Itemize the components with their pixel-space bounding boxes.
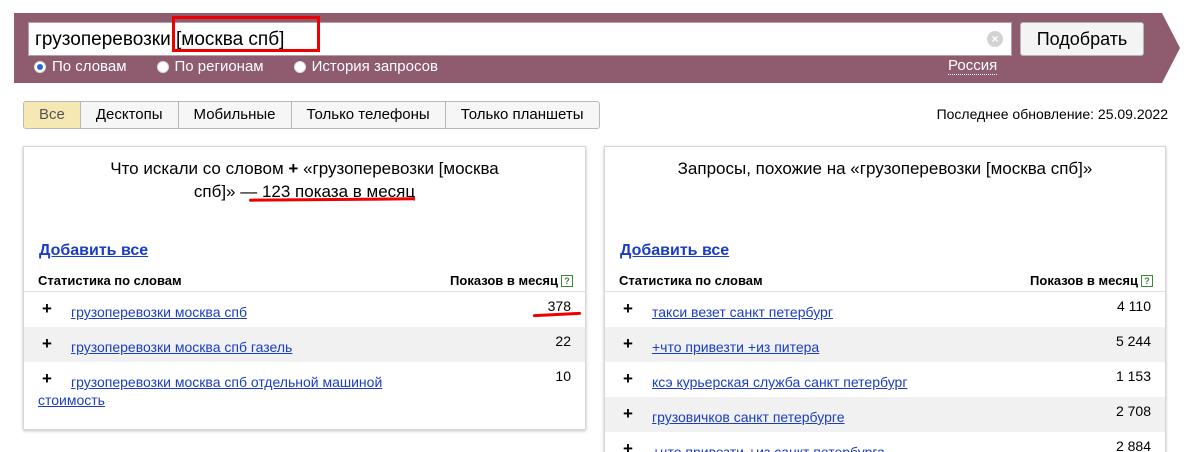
column-header-count: Показов в месяц ?	[1030, 273, 1153, 288]
add-all-link[interactable]: Добавить все	[39, 242, 148, 260]
radio-icon[interactable]	[156, 60, 169, 73]
submit-button[interactable]: Подобрать	[1020, 22, 1144, 56]
column-header-count: Показов в месяц ?	[450, 273, 573, 288]
similar-queries-panel: Запросы, похожие на «грузоперевозки [мос…	[604, 146, 1166, 452]
count-value: 4 110	[1117, 298, 1151, 314]
mode-label: История запросов	[311, 58, 438, 75]
count-value: 1 153	[1115, 368, 1151, 384]
panel-title: Что искали со словом + «грузоперевозки […	[24, 157, 585, 203]
table-row: + такси везет санкт петербург 4 110	[605, 292, 1165, 327]
mode-label: По регионам	[174, 58, 264, 75]
help-icon[interactable]: ?	[561, 274, 573, 287]
phrase-link[interactable]: такси везет санкт петербург	[652, 303, 833, 321]
add-plus-icon[interactable]: +	[623, 404, 633, 424]
mode-history[interactable]: История запросов	[293, 58, 438, 75]
table-row: + грузоперевозки москва спб газель 22	[24, 327, 585, 362]
wordstat-panel: Что искали со словом + «грузоперевозки […	[23, 146, 586, 430]
column-header-count-label: Показов в месяц	[450, 273, 558, 288]
mode-by-words[interactable]: По словам	[34, 58, 127, 75]
radio-icon[interactable]	[293, 60, 306, 73]
table-row: + грузоперевозки москва спб 378	[24, 292, 585, 327]
count-value: 22	[555, 333, 571, 349]
table-row: + ксэ курьерская служба санкт петербург …	[605, 362, 1165, 397]
table-row: + грузовичков санкт петербурге 2 708	[605, 397, 1165, 432]
table-row: + +что привезти +из санкт петербурга 2 8…	[605, 432, 1165, 452]
phrase-link[interactable]: +что привезти +из питера	[652, 338, 819, 356]
add-plus-icon[interactable]: +	[623, 299, 633, 319]
phrase-link[interactable]: грузовичков санкт петербурге	[652, 408, 845, 426]
phrase-link[interactable]: грузоперевозки москва спб газель	[71, 338, 292, 356]
header-arrow	[1162, 13, 1180, 83]
tab-phones[interactable]: Только телефоны	[291, 102, 446, 128]
column-header-count-label: Показов в месяц	[1030, 273, 1138, 288]
search-header: грузоперевозки [москва спб] × Подобрать …	[14, 13, 1180, 83]
tab-mobile[interactable]: Мобильные	[178, 102, 292, 128]
mode-label: По словам	[52, 58, 127, 75]
table-row: + +что привезти +из питера 5 244	[605, 327, 1165, 362]
title-prefix: Что искали со словом	[110, 159, 284, 178]
radio-checked-icon[interactable]	[34, 60, 46, 73]
mode-by-regions[interactable]: По регионам	[156, 58, 264, 75]
count-value: 2 708	[1115, 403, 1151, 419]
help-icon[interactable]: ?	[1141, 274, 1153, 287]
count-value: 5 244	[1115, 333, 1151, 349]
column-header-phrase: Статистика по словам	[619, 273, 763, 288]
table-row: + грузоперевозки москва спб отдельной ма…	[24, 362, 585, 412]
title-query: «грузоперевозки [москва	[303, 159, 499, 178]
region-link[interactable]: Россия	[948, 57, 998, 75]
plus-icon: +	[288, 159, 299, 178]
last-update-text: Последнее обновление: 25.09.2022	[936, 106, 1168, 122]
tab-desktops[interactable]: Десктопы	[80, 102, 179, 128]
add-all-link[interactable]: Добавить все	[620, 242, 729, 260]
count-value: 2 884	[1115, 438, 1151, 452]
device-tabs: Все Десктопы Мобильные Только телефоны Т…	[23, 101, 600, 129]
add-plus-icon[interactable]: +	[623, 334, 633, 354]
count-value: 10	[555, 368, 571, 384]
phrase-link[interactable]: +что привезти +из санкт петербурга	[652, 443, 885, 452]
phrase-link[interactable]: грузоперевозки москва спб отдельной маши…	[38, 373, 438, 409]
clear-icon[interactable]: ×	[987, 31, 1003, 47]
add-plus-icon[interactable]: +	[42, 334, 52, 354]
tab-all[interactable]: Все	[24, 102, 81, 128]
add-plus-icon[interactable]: +	[623, 369, 633, 389]
add-plus-icon[interactable]: +	[42, 299, 52, 319]
tab-tablets[interactable]: Только планшеты	[445, 102, 599, 128]
add-plus-icon[interactable]: +	[623, 439, 633, 452]
column-header-phrase: Статистика по словам	[38, 273, 182, 288]
panel-title: Запросы, похожие на «грузоперевозки [мос…	[677, 159, 1093, 178]
query-highlight-box	[172, 16, 320, 52]
phrase-link[interactable]: ксэ курьерская служба санкт петербург	[652, 373, 907, 391]
search-mode-group: По словам По регионам История запросов	[34, 58, 438, 75]
count-underline-mark	[532, 311, 582, 318]
phrase-link[interactable]: грузоперевозки москва спб	[71, 303, 247, 321]
